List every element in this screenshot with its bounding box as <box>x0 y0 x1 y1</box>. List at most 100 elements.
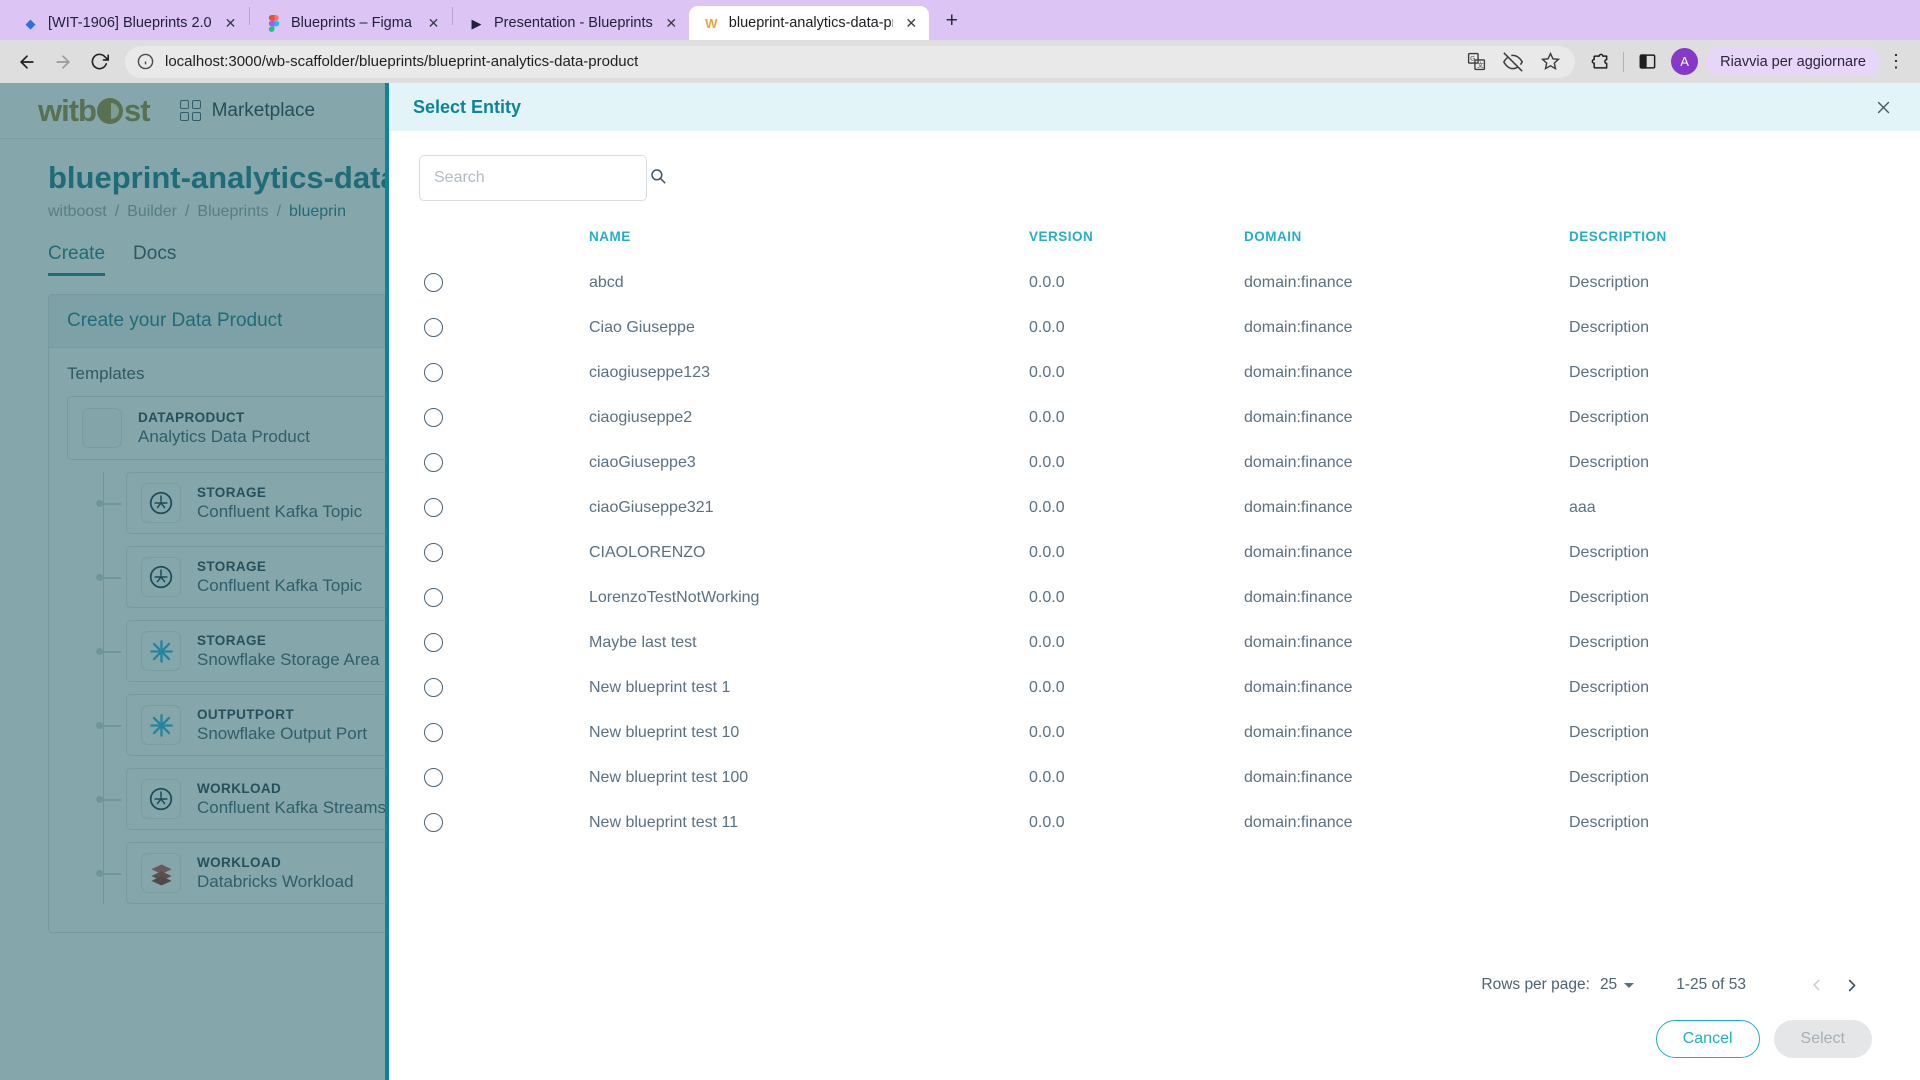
radio-button[interactable] <box>424 588 443 607</box>
table-row[interactable]: New blueprint test 11 0.0.0 domain:finan… <box>419 800 1890 845</box>
table-row[interactable]: ciaoGiuseppe321 0.0.0 domain:finance aaa <box>419 485 1890 530</box>
row-select-cell[interactable] <box>419 440 589 485</box>
prev-page-button[interactable] <box>1800 968 1834 1002</box>
browser-tab-2[interactable]: ▶ Presentation - Blueprints ✕ <box>454 6 689 40</box>
back-icon[interactable] <box>10 45 44 79</box>
modal-body: NAME VERSION DOMAIN DESCRIPTION abcd 0.0… <box>389 131 1920 968</box>
radio-button[interactable] <box>424 723 443 742</box>
figma-icon <box>265 14 282 32</box>
new-tab-button[interactable]: + <box>935 4 969 38</box>
cell-description: Description <box>1569 408 1650 426</box>
row-select-cell[interactable] <box>419 350 589 395</box>
tab-close-icon[interactable]: ✕ <box>662 14 681 33</box>
radio-button[interactable] <box>424 453 443 472</box>
column-header-description[interactable]: DESCRIPTION <box>1569 223 1890 260</box>
next-page-button[interactable] <box>1834 968 1868 1002</box>
browser-menu-icon[interactable]: ⋮ <box>1882 46 1910 78</box>
radio-button[interactable] <box>424 498 443 517</box>
radio-button[interactable] <box>424 273 443 292</box>
cell-description: Description <box>1569 678 1650 696</box>
search-box[interactable] <box>419 155 666 201</box>
row-select-cell[interactable] <box>419 530 589 575</box>
column-header-version[interactable]: VERSION <box>1029 223 1244 260</box>
row-select-cell[interactable] <box>419 575 589 620</box>
modal-header: Select Entity <box>389 83 1920 131</box>
browser-tab-1[interactable]: Blueprints – Figma ✕ <box>251 6 451 40</box>
browser-window: ◆ [WIT-1906] Blueprints 2.0 - ✕ Blueprin… <box>0 0 1920 1080</box>
entity-table: NAME VERSION DOMAIN DESCRIPTION abcd 0.0… <box>419 223 1890 845</box>
row-select-cell[interactable] <box>419 755 589 800</box>
column-header-name[interactable]: NAME <box>589 223 1029 260</box>
cell-domain: domain:finance <box>1244 273 1353 291</box>
table-row[interactable]: LorenzoTestNotWorking 0.0.0 domain:finan… <box>419 575 1890 620</box>
table-row[interactable]: ciaogiuseppe123 0.0.0 domain:finance Des… <box>419 350 1890 395</box>
side-panel-icon[interactable] <box>1631 46 1663 78</box>
cell-version: 0.0.0 <box>1029 588 1065 606</box>
address-bar[interactable]: localhost:3000/wb-scaffolder/blueprints/… <box>125 45 1576 78</box>
update-button[interactable]: Riavvia per aggiornare <box>1706 47 1880 76</box>
row-select-cell[interactable] <box>419 620 589 665</box>
table-row[interactable]: CIAOLORENZO 0.0.0 domain:finance Descrip… <box>419 530 1890 575</box>
play-icon: ▶ <box>471 15 482 31</box>
table-row[interactable]: New blueprint test 1 0.0.0 domain:financ… <box>419 665 1890 710</box>
radio-button[interactable] <box>424 768 443 787</box>
row-select-cell[interactable] <box>419 260 589 305</box>
radio-button[interactable] <box>424 543 443 562</box>
table-row[interactable]: ciaogiuseppe2 0.0.0 domain:finance Descr… <box>419 395 1890 440</box>
select-entity-modal: Select Entity NAME VERSION D <box>385 83 1920 1080</box>
cell-version: 0.0.0 <box>1029 723 1065 741</box>
tab-close-icon[interactable]: ✕ <box>221 14 240 33</box>
table-row[interactable]: New blueprint test 10 0.0.0 domain:finan… <box>419 710 1890 755</box>
cell-name: CIAOLORENZO <box>589 543 706 561</box>
cell-version: 0.0.0 <box>1029 453 1065 471</box>
browser-tab-3-active[interactable]: W blueprint-analytics-data-pro ✕ <box>688 6 929 40</box>
cell-domain: domain:finance <box>1244 813 1353 831</box>
avatar[interactable]: A <box>1671 48 1699 75</box>
translate-icon[interactable]: G文 <box>1463 49 1489 75</box>
table-row[interactable]: New blueprint test 100 0.0.0 domain:fina… <box>419 755 1890 800</box>
bookmark-star-icon[interactable] <box>1537 49 1563 75</box>
radio-button[interactable] <box>424 678 443 697</box>
close-icon[interactable] <box>1868 92 1898 122</box>
cell-domain: domain:finance <box>1244 768 1353 786</box>
radio-button[interactable] <box>424 318 443 337</box>
column-header-domain[interactable]: DOMAIN <box>1244 223 1569 260</box>
table-row[interactable]: Ciao Giuseppe 0.0.0 domain:finance Descr… <box>419 305 1890 350</box>
row-select-cell[interactable] <box>419 485 589 530</box>
row-select-cell[interactable] <box>419 665 589 710</box>
search-icon[interactable] <box>649 167 667 190</box>
cancel-button[interactable]: Cancel <box>1655 1020 1760 1058</box>
hidden-eye-icon[interactable] <box>1500 49 1526 75</box>
row-select-cell[interactable] <box>419 800 589 845</box>
chevron-down-icon <box>1624 982 1635 988</box>
modal-title: Select Entity <box>413 96 522 117</box>
table-row[interactable]: ciaoGiuseppe3 0.0.0 domain:finance Descr… <box>419 440 1890 485</box>
table-row[interactable]: Maybe last test 0.0.0 domain:finance Des… <box>419 620 1890 665</box>
rows-per-page-select[interactable]: 25 <box>1599 976 1635 994</box>
table-row[interactable]: abcd 0.0.0 domain:finance Description <box>419 260 1890 305</box>
cell-domain: domain:finance <box>1244 498 1353 516</box>
browser-tab-0[interactable]: ◆ [WIT-1906] Blueprints 2.0 - ✕ <box>8 6 248 40</box>
cell-version: 0.0.0 <box>1029 678 1065 696</box>
tab-title: [WIT-1906] Blueprints 2.0 - <box>48 15 212 31</box>
row-select-cell[interactable] <box>419 305 589 350</box>
jira-icon: ◆ <box>25 15 36 31</box>
tab-close-icon[interactable]: ✕ <box>424 14 443 33</box>
search-input[interactable] <box>434 169 641 187</box>
tab-close-icon[interactable]: ✕ <box>902 14 921 33</box>
cell-name: Maybe last test <box>589 633 697 651</box>
extensions-icon[interactable] <box>1584 46 1616 78</box>
rows-per-page-value: 25 <box>1599 976 1618 993</box>
row-select-cell[interactable] <box>419 710 589 755</box>
radio-button[interactable] <box>424 363 443 382</box>
cell-description: Description <box>1569 813 1650 831</box>
radio-button[interactable] <box>424 813 443 832</box>
row-select-cell[interactable] <box>419 395 589 440</box>
reload-icon[interactable] <box>82 45 116 79</box>
cell-version: 0.0.0 <box>1029 318 1065 336</box>
radio-button[interactable] <box>424 408 443 427</box>
select-button[interactable]: Select <box>1773 1020 1872 1058</box>
cell-description: Description <box>1569 543 1650 561</box>
radio-button[interactable] <box>424 633 443 652</box>
forward-icon[interactable] <box>46 45 80 79</box>
